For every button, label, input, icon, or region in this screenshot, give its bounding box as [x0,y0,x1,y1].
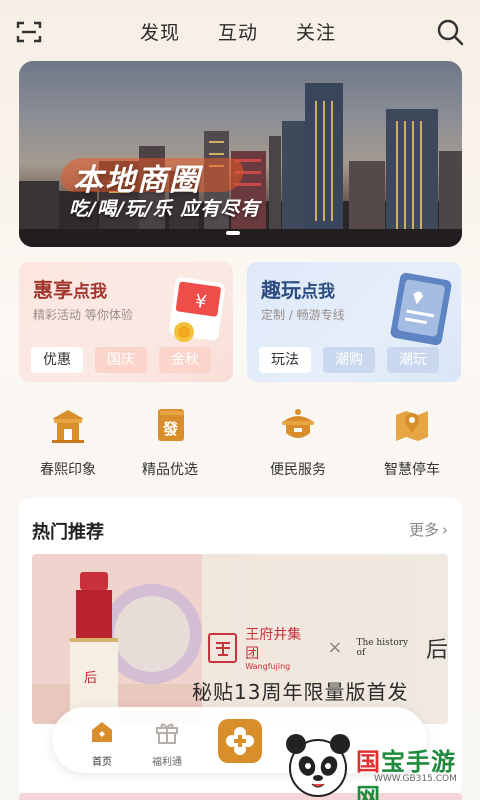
tab-discover[interactable]: 发现 [140,18,180,45]
watermark: 国宝手游网 WWW.GB315.COM [282,728,480,800]
quick-item-label: 春熙印象 [40,462,96,478]
carousel-indicator [226,231,240,235]
tabbar-welfare[interactable]: 福利通 [137,719,197,768]
banner-subtitle: 吃/喝/玩/乐 应有尽有 [69,198,261,220]
quick-item-service[interactable]: 便民服务 [248,405,348,479]
watermark-text: 国宝手游网 [356,748,456,800]
quick-entries: 春熙印象 發 精品优选 便民服务 智慧停车 [0,405,480,478]
promo-tags: 优惠 国庆 金秋 [31,347,211,373]
promo-card-fun[interactable]: 趣玩点我 定制 / 畅游专线 玩法 潮购 潮玩 [247,262,461,382]
promo-tags: 玩法 潮购 潮玩 [259,347,439,373]
brand-name-en: Wangfujing [245,662,291,671]
quick-item-goods[interactable]: 發 精品优选 [120,405,220,479]
plus-flower-icon [226,727,254,755]
tag-national-day[interactable]: 国庆 [95,347,147,373]
quick-item-chunxi[interactable]: 春熙印象 [18,405,118,479]
promo-card-benefits[interactable]: 惠享点我 精彩活动 等你体验 ¥ 优惠 国庆 金秋 [19,262,233,382]
promo-subtitle: 精彩活动 等你体验 [33,308,133,322]
home-icon [92,722,112,742]
banner-carousel[interactable]: 本地商圈 吃/喝/玩/乐 应有尽有 [19,61,462,247]
red-envelope-icon: ¥ [168,277,226,342]
product-bottle-image: 后 [32,554,202,724]
partner-logo-icon: 后 [426,637,448,663]
top-tabs: 发现 互动 关注 [140,18,336,45]
brand-name-block: 王府井集团 Wangfujing [245,624,313,672]
feature-caption: 秘贴13周年限量版首发 [192,680,409,704]
quick-item-label: 智慧停车 [384,462,440,478]
tab-follow[interactable]: 关注 [296,18,336,45]
tabbar-center-button[interactable] [218,719,262,763]
more-label: 更多 [408,521,439,539]
map-card-icon [390,272,452,346]
top-navigation: 发现 互动 关注 [0,0,480,62]
brand-row: 王府井集团 Wangfujing × The history of 后 [208,624,448,671]
quick-item-label: 便民服务 [270,462,326,478]
promo-title: 趣玩点我 [261,278,335,302]
tabbar-label: 福利通 [152,757,182,768]
brand-name: 王府井集团 [245,627,302,662]
pavilion-icon [52,410,84,443]
tabbar-label: 首页 [92,757,112,768]
panda-logo-icon [286,734,350,797]
tag-discount[interactable]: 优惠 [31,347,83,373]
parking-icon [396,411,428,441]
watermark-url: WWW.GB315.COM [374,774,457,784]
section-title: 热门推荐 [32,522,104,543]
svg-text:后: 后 [84,671,97,686]
tab-interact[interactable]: 互动 [218,18,258,45]
wangfujing-logo-icon [208,632,238,663]
partner-name: The history of [356,637,409,658]
quick-item-label: 精品优选 [142,462,198,478]
promo-subtitle: 定制 / 畅游专线 [261,308,345,322]
cross-icon: × [327,637,343,658]
tag-golden-autumn[interactable]: 金秋 [159,347,211,373]
more-link[interactable]: 更多 › [406,519,448,540]
tag-trend-play[interactable]: 潮玩 [387,347,439,373]
search-icon[interactable] [436,18,464,46]
quick-item-parking[interactable]: 智慧停车 [362,405,462,479]
tabbar-home[interactable]: 首页 [72,719,132,768]
promo-title: 惠享点我 [33,278,107,302]
goods-icon: 發 [158,409,184,441]
service-icon [282,409,314,438]
tag-trend-shopping[interactable]: 潮购 [323,347,375,373]
banner-title: 本地商圈 [73,163,201,198]
chevron-right-icon: › [442,521,448,539]
scan-icon[interactable] [16,20,42,44]
svg-text:發: 發 [162,420,179,438]
tag-gameplay[interactable]: 玩法 [259,347,311,373]
gift-icon [156,723,178,744]
featured-ad-card[interactable]: 后 王府井集团 Wangfujing × The history of 后 秘贴… [32,554,448,724]
